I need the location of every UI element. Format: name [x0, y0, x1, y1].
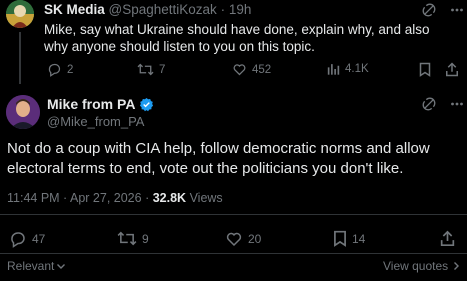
repost-count: 9 — [142, 231, 149, 246]
avatar[interactable] — [6, 95, 40, 129]
timestamp[interactable]: 11:44 PM · Apr 27, 2026 — [7, 191, 142, 205]
bookmark-button[interactable]: 14 — [333, 230, 365, 247]
chevron-down-icon — [56, 261, 66, 271]
handle[interactable]: @SpaghettiKozak — [109, 2, 217, 17]
separator: · — [220, 2, 226, 17]
views-count: 4.1K — [345, 63, 369, 75]
share-icon — [445, 62, 459, 77]
views-count: 32.8K — [152, 191, 187, 205]
sort-label: Relevant — [7, 259, 55, 273]
reply-icon — [9, 230, 27, 248]
reply-icon — [47, 62, 62, 77]
view-quotes-link[interactable]: View quotes — [383, 259, 461, 273]
grok-icon[interactable] — [421, 2, 437, 18]
analytics-icon — [327, 62, 340, 76]
bookmark-count: 14 — [352, 231, 366, 246]
repost-button[interactable]: 9 — [117, 230, 149, 247]
handle[interactable]: @Mike_from_PA — [47, 114, 144, 129]
separator: · — [145, 191, 150, 205]
share-button[interactable] — [445, 62, 459, 77]
repost-icon — [137, 62, 154, 77]
heart-icon — [232, 62, 247, 77]
like-count: 20 — [248, 232, 262, 246]
bookmark-icon — [333, 230, 347, 247]
divider — [0, 253, 467, 254]
repost-button[interactable]: 7 — [137, 62, 165, 77]
more-options-icon[interactable] — [450, 96, 464, 112]
view-quotes-label: View quotes — [383, 259, 449, 273]
thread-connector — [19, 32, 21, 84]
like-count: 452 — [252, 63, 272, 76]
tweet-text: Mike, say what Ukraine should have done,… — [44, 22, 430, 54]
display-name[interactable]: SK Media — [44, 2, 105, 17]
bookmark-icon — [419, 62, 431, 77]
author-name-row: Mike from PA — [47, 96, 154, 112]
sort-dropdown[interactable]: Relevant — [7, 259, 66, 273]
divider — [0, 214, 467, 215]
tweet-meta: 11:44 PM · Apr 27, 2026 · 32.8K Views — [7, 191, 223, 205]
reply-button[interactable]: 2 — [47, 62, 73, 77]
more-options-icon[interactable] — [450, 2, 464, 18]
avatar[interactable] — [6, 0, 34, 28]
share-button[interactable] — [440, 230, 455, 247]
display-name[interactable]: Mike from PA — [47, 96, 135, 112]
bookmark-button[interactable] — [419, 62, 431, 77]
reply-header: SK Media @SpaghettiKozak · 19h — [44, 2, 251, 17]
tweet-text: Not do a coup with CIA help, follow demo… — [7, 140, 430, 177]
repost-count: 7 — [159, 63, 166, 76]
views-button[interactable]: 4.1K — [327, 62, 369, 76]
reply-button[interactable]: 47 — [9, 230, 45, 248]
chevron-right-icon — [451, 261, 461, 271]
verified-badge-icon[interactable] — [139, 97, 154, 112]
reply-count: 47 — [32, 232, 46, 246]
grok-icon[interactable] — [421, 96, 437, 112]
reply-count: 2 — [67, 63, 74, 76]
like-button[interactable]: 452 — [232, 62, 271, 77]
share-icon — [440, 230, 455, 247]
like-button[interactable]: 20 — [225, 230, 261, 248]
time-ago[interactable]: 19h — [229, 2, 252, 17]
views-label: Views — [189, 191, 223, 205]
repost-icon — [117, 230, 137, 247]
heart-icon — [225, 230, 243, 248]
